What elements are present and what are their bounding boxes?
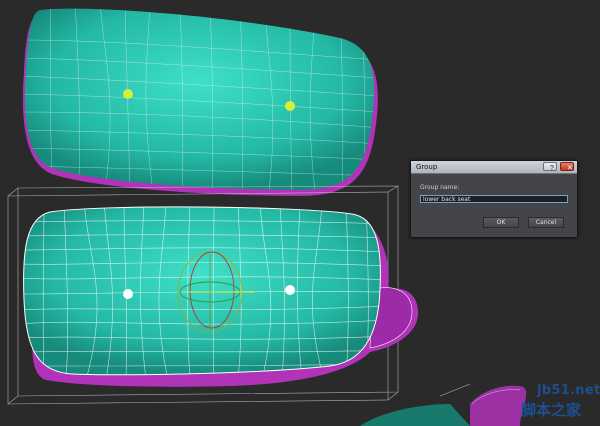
lower-button-left[interactable] [123,289,133,299]
group-name-input[interactable] [420,195,568,203]
lower-back-seat-cushion[interactable] [20,200,419,387]
group-dialog: Group ? ✕ Group name: OK Cancel [410,160,578,238]
dialog-titlebar[interactable]: Group ? ✕ [411,161,577,174]
upper-cushion[interactable] [20,0,380,200]
group-name-label: Group name: [420,184,460,191]
help-button[interactable]: ? [543,162,557,172]
watermark-url: jb51.net [537,383,600,398]
lower-cushion-surface [23,206,381,376]
partial-object-bottom [360,404,470,426]
watermark-site-name: 脚本之家 [521,401,582,419]
upper-button-left[interactable] [123,89,133,99]
upper-cushion-surface [24,8,375,190]
partial-object-bottom-right [470,385,527,426]
lower-button-right[interactable] [285,285,295,295]
3d-viewport[interactable]: Group ? ✕ Group name: OK Cancel jb51.net… [0,0,600,426]
cancel-button[interactable]: Cancel [528,217,564,228]
ok-button[interactable]: OK [483,217,519,228]
close-button[interactable]: ✕ [560,162,574,172]
dialog-title: Group [416,163,438,171]
upper-button-right[interactable] [285,101,295,111]
